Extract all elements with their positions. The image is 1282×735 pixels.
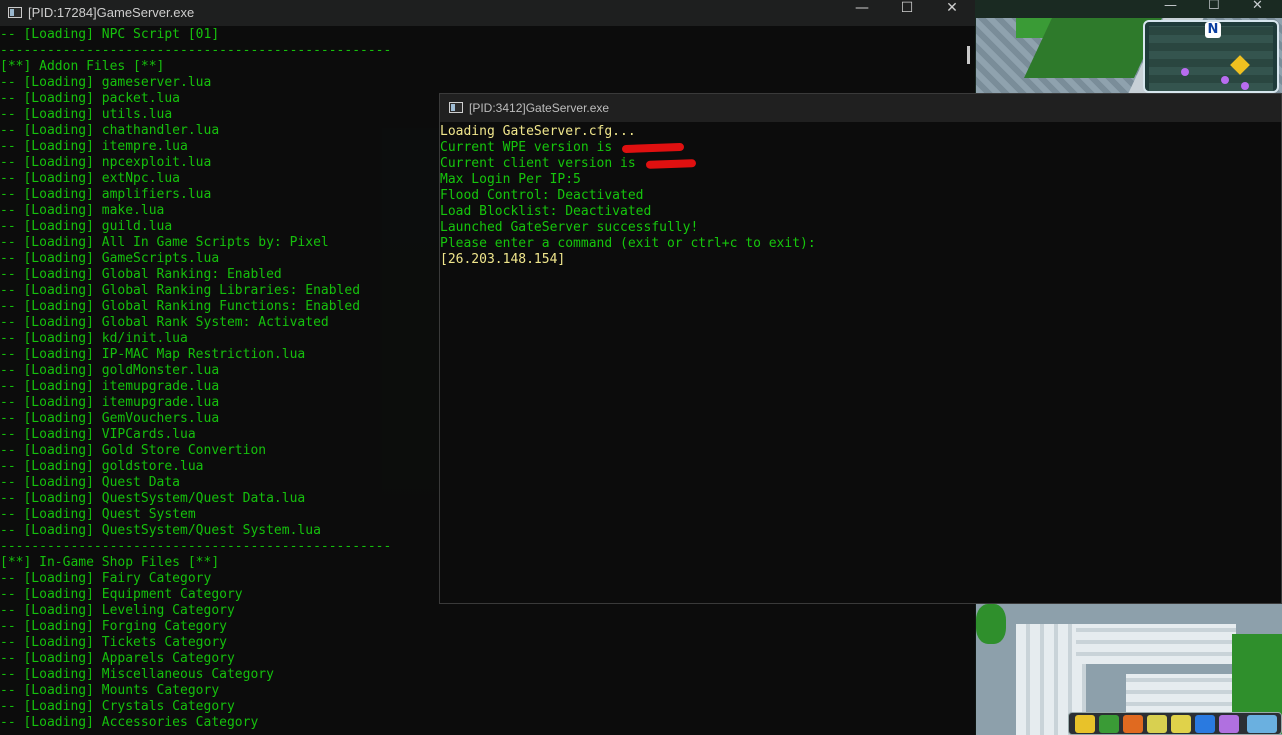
console-line: Max Login Per IP:5 (440, 172, 1281, 188)
console-app-icon (449, 102, 463, 113)
gameserver-window-title: [PID:17284]GameServer.exe (28, 5, 195, 20)
console-app-icon (8, 7, 22, 18)
gameserver-minimize-button[interactable]: — (839, 0, 885, 26)
gameserver-maximize-button[interactable]: ☐ (884, 0, 930, 26)
gateserver-window-title: [PID:3412]GateServer.exe (469, 101, 610, 115)
console-line-text: Current WPE version is (440, 140, 621, 155)
minimap[interactable]: N (1143, 20, 1279, 93)
settings-icon[interactable] (1219, 715, 1239, 733)
pet-icon[interactable] (1099, 715, 1119, 733)
console-line-text: Current client version is (440, 156, 644, 171)
game-window-controls: — ☐ ✕ (1150, 0, 1282, 18)
console-line-text: Load Blocklist: Deactivated (440, 204, 652, 219)
gameserver-titlebar[interactable]: [PID:17284]GameServer.exe — ☐ ✕ (0, 0, 975, 26)
console-line-text: Max Login Per IP:5 (440, 172, 581, 187)
console-line: -- [Loading] Accessories Category (0, 715, 259, 730)
console-line: -- [Loading] gameserver.lua (0, 75, 212, 90)
console-line: [26.203.148.154] (440, 252, 1281, 268)
wall (1076, 624, 1236, 664)
console-line: Launched GateServer successfully! (440, 220, 1281, 236)
console-line: -- [Loading] Mounts Category (0, 683, 220, 698)
console-line: -- [Loading] Crystals Category (0, 699, 235, 714)
help-icon[interactable] (1195, 715, 1215, 733)
console-line-text: Loading GateServer.cfg... (440, 124, 636, 139)
quest-icon[interactable] (1147, 715, 1167, 733)
console-line: -- [Loading] Forging Category (0, 619, 227, 634)
console-line-text: Launched GateServer successfully! (440, 220, 699, 235)
console-line: Please enter a command (exit or ctrl+c t… (440, 236, 1281, 252)
character-icon[interactable] (1075, 715, 1095, 733)
gateserver-console-window[interactable]: [PID:3412]GateServer.exe Loading GateSer… (439, 93, 1282, 604)
menu-icon[interactable] (1247, 715, 1277, 733)
game-close-button[interactable]: ✕ (1252, 0, 1263, 13)
console-line: Current WPE version is (440, 140, 1281, 156)
redaction-mark (645, 158, 696, 169)
gateserver-titlebar[interactable]: [PID:3412]GateServer.exe (440, 94, 1281, 122)
minimap-marker (1181, 68, 1189, 76)
minimap-marker (1241, 82, 1249, 90)
chat-icon[interactable] (1171, 715, 1191, 733)
minimap-north-indicator: N (1205, 22, 1221, 38)
console-line: -- [Loading] Tickets Category (0, 635, 227, 650)
console-line: Load Blocklist: Deactivated (440, 204, 1281, 220)
console-line: Current client version is (440, 156, 1281, 172)
gateserver-console-output[interactable]: Loading GateServer.cfg... Current WPE ver… (440, 124, 1281, 268)
console-line: -- [Loading] NPC Script [01] (0, 27, 220, 42)
console-line: [**] Addon Files [**] (0, 59, 165, 74)
redaction-mark (621, 142, 685, 153)
minimap-marker (1221, 76, 1229, 84)
console-line-text: [26.203.148.154] (440, 252, 566, 267)
game-minimize-button[interactable]: — (1164, 0, 1177, 13)
wall (1126, 674, 1236, 714)
console-line: -- [Loading] Apparels Category (0, 651, 235, 666)
console-line: Loading GateServer.cfg... (440, 124, 1281, 140)
tree (976, 604, 1006, 644)
gameserver-close-button[interactable]: ✕ (929, 0, 975, 26)
console-line-text: Please enter a command (exit or ctrl+c t… (440, 236, 816, 251)
console-scrollbar[interactable] (967, 46, 970, 64)
game-maximize-button[interactable]: ☐ (1208, 0, 1220, 13)
console-line: Flood Control: Deactivated (440, 188, 1281, 204)
game-toolbar (1068, 712, 1282, 735)
console-line-text: Flood Control: Deactivated (440, 188, 644, 203)
console-line: ----------------------------------------… (0, 43, 392, 58)
console-line: -- [Loading] Miscellaneous Category (0, 667, 274, 682)
skill-icon[interactable] (1123, 715, 1143, 733)
console-line: -- [Loading] Leveling Category (0, 603, 235, 618)
